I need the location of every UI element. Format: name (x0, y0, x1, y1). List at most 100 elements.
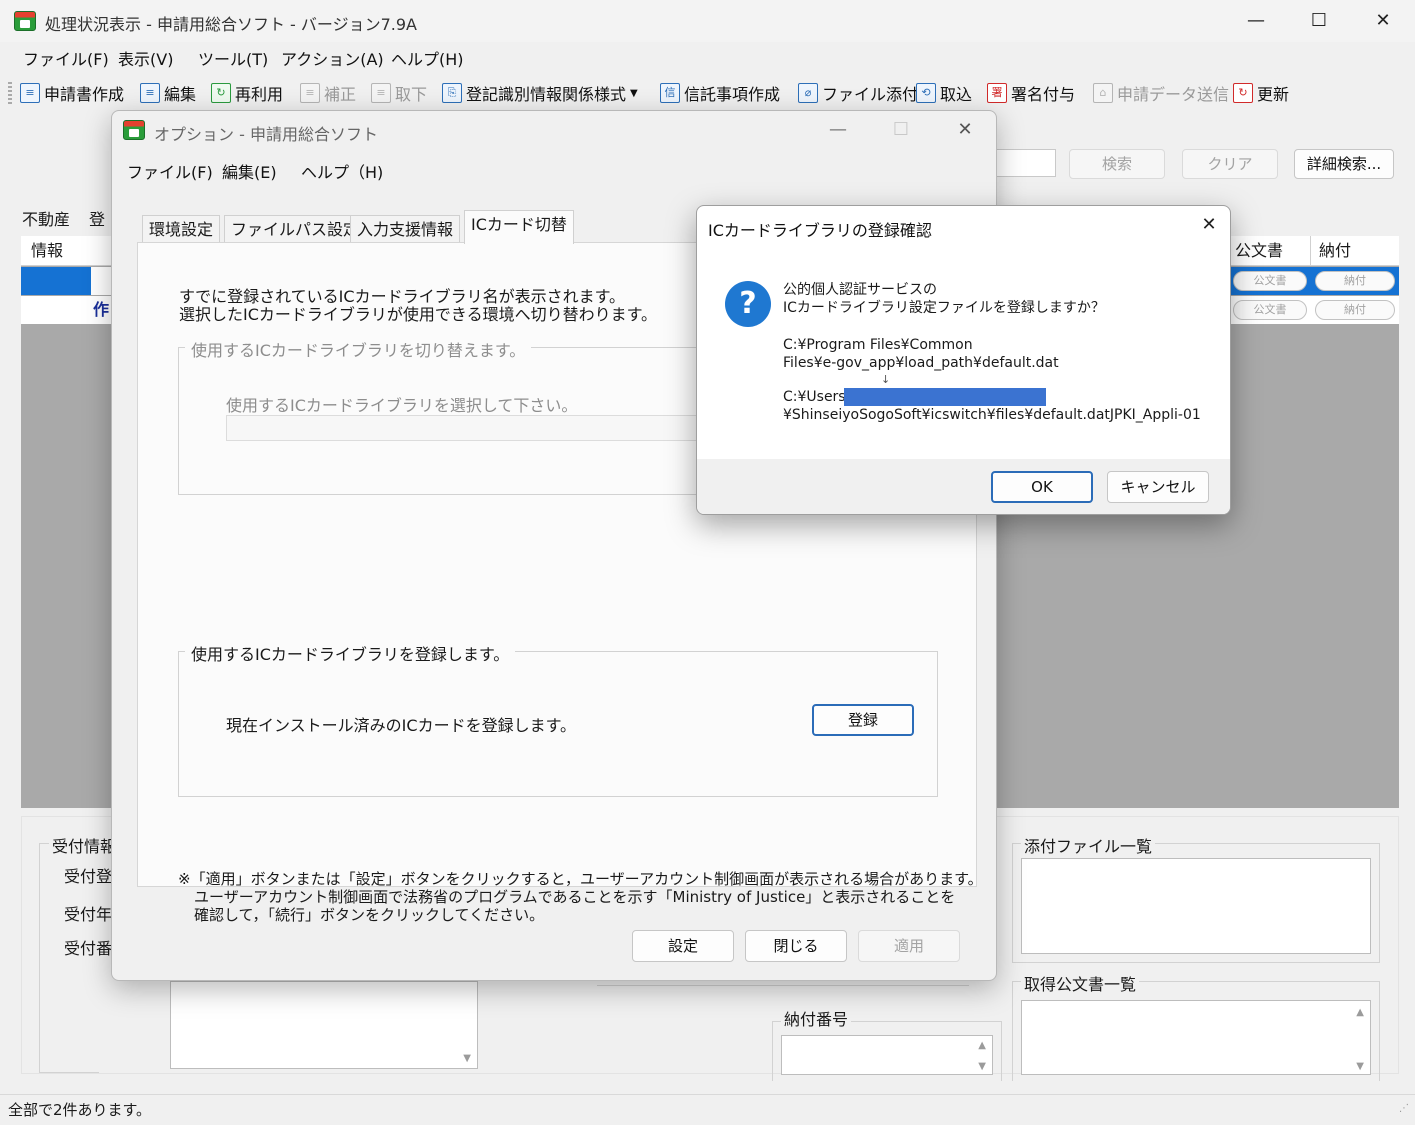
menu-file[interactable]: ファイル(F) (23, 46, 109, 70)
register-text: 現在インストール済みのICカードを登録します。 (226, 716, 576, 735)
ok-button[interactable]: OK (991, 471, 1093, 503)
toolbar-registry-forms[interactable]: ⎘ 登記識別情報関係様式 ▼ (442, 81, 638, 105)
attached-files-list[interactable] (1021, 858, 1371, 954)
minimize-icon[interactable]: — (1233, 6, 1279, 36)
uac-note: ※「適用」ボタンまたは「設定」ボタンをクリックすると，ユーザーアカウント制御画面… (178, 870, 983, 888)
acquired-docs-label: 取得公文書一覧 (1021, 971, 1140, 995)
send-icon: ⌂ (1093, 83, 1113, 103)
koubunsho-button[interactable]: 公文書 (1233, 271, 1307, 291)
source-path: C:¥Program Files¥Common (783, 337, 973, 353)
toolbar-reuse[interactable]: ↻ 再利用 (211, 81, 283, 105)
confirm-footer: OK キャンセル (697, 459, 1230, 514)
scroll-down-icon[interactable]: ▼ (1356, 1061, 1364, 1072)
search-input[interactable] (996, 149, 1056, 177)
menu-action[interactable]: アクション(A) (281, 46, 384, 70)
toolbar-trust[interactable]: 信信託事項作成 (660, 81, 780, 105)
registry-form-icon: ⎘ (442, 83, 462, 103)
opt-menu-file[interactable]: ファイル(F) (127, 159, 213, 183)
uketsuke-label: 受付登 (64, 867, 113, 886)
noufu-button[interactable]: 納付 (1315, 271, 1395, 291)
options-dialog-title: オプション - 申請用総合ソフト (154, 125, 378, 144)
dest-path: C:¥Users (783, 389, 846, 405)
noufu-button[interactable]: 納付 (1315, 300, 1395, 320)
toolbar-refresh[interactable]: ↻ 更新 (1233, 81, 1289, 105)
toolbar-correct[interactable]: ≡ 補正 (300, 81, 356, 105)
tab-registration[interactable]: 登 (89, 206, 105, 230)
toolbar-import[interactable]: ⟲ 取込 (916, 81, 972, 105)
toolbar-withdraw[interactable]: ≡ 取下 (371, 81, 427, 105)
koubunsho-button[interactable]: 公文書 (1233, 300, 1307, 320)
uac-note: 確認して，「続行」ボタンをクリックしてください。 (194, 906, 545, 924)
edit-icon: ≡ (140, 83, 160, 103)
menu-tools[interactable]: ツール(T) (198, 46, 268, 70)
noufu-number-list[interactable]: ▲ ▼ (781, 1035, 993, 1075)
question-icon: ? (725, 281, 771, 327)
down-arrow-icon: ↓ (881, 373, 891, 386)
col-koubunsho-header[interactable]: 公文書 (1228, 236, 1310, 266)
uketsuke-group-label: 受付情報 (49, 833, 120, 857)
toolbar-attach-file[interactable]: ⌀ ファイル添付 (798, 81, 918, 105)
app-icon (123, 120, 145, 140)
toolbar-edit[interactable]: ≡ 編集 (140, 81, 196, 105)
maximize-icon[interactable]: ☐ (1296, 6, 1342, 36)
toolbar-sign[interactable]: 署署名付与 (987, 81, 1075, 105)
advanced-search-button[interactable]: 詳細検索... (1294, 149, 1394, 179)
path-info: C:¥Program Files¥Common Files¥e-gov_app¥… (783, 336, 1201, 424)
settings-button[interactable]: 設定 (632, 930, 734, 962)
attached-files-label: 添付ファイル一覧 (1021, 833, 1156, 857)
acquired-docs-list[interactable]: ▲ ▼ (1021, 1000, 1371, 1075)
reuse-icon: ↻ (211, 83, 231, 103)
message-line: 公的個人認証サービスの (783, 282, 937, 298)
scroll-up-icon[interactable]: ▲ (978, 1040, 986, 1051)
correct-icon: ≡ (300, 83, 320, 103)
tab-real-estate[interactable]: 不動産 (22, 206, 70, 230)
tab-input-support[interactable]: 入力支援情報 (350, 215, 461, 243)
maximize-icon[interactable]: ☐ (878, 115, 924, 145)
col-noufu-header[interactable]: 納付 (1310, 236, 1399, 266)
close-button[interactable]: 閉じる (745, 930, 847, 962)
resize-grip-icon[interactable]: ⋰ (1399, 1103, 1409, 1114)
message-line: ICカードライブラリ設定ファイルを登録しますか？ (783, 300, 1105, 316)
import-icon: ⟲ (916, 83, 936, 103)
table-row[interactable] (21, 267, 91, 295)
menu-help[interactable]: ヘルプ(H) (391, 46, 464, 70)
toolbar-create-application[interactable]: ≡ 申請書作成 (20, 81, 124, 105)
search-button[interactable]: 検索 (1069, 149, 1165, 179)
uketsuke-label: 受付年 (64, 905, 113, 924)
scroll-up-icon[interactable]: ▲ (1356, 1007, 1364, 1018)
remarks-textarea[interactable]: ▼ (170, 981, 478, 1069)
paperclip-icon: ⌀ (798, 83, 818, 103)
clear-button[interactable]: クリア (1182, 149, 1278, 179)
register-group-label: 使用するICカードライブラリを登録します。 (185, 641, 516, 665)
minimize-icon[interactable]: — (815, 115, 861, 145)
toolbar-send[interactable]: ⌂ 申請データ送信 (1093, 81, 1229, 105)
col-info-header[interactable]: 情報 (21, 236, 113, 266)
tab-ic-card[interactable]: ICカード切替 (464, 210, 574, 244)
close-icon[interactable]: ✕ (1186, 210, 1230, 240)
cancel-button[interactable]: キャンセル (1107, 471, 1209, 503)
withdraw-icon: ≡ (371, 83, 391, 103)
apply-button[interactable]: 適用 (858, 930, 960, 962)
status-text: 全部で2件あります。 (8, 1101, 152, 1119)
close-icon[interactable]: ✕ (942, 115, 988, 145)
tab-file-path[interactable]: ファイルパス設定 (224, 215, 367, 243)
main-titlebar: 処理状況表示 - 申請用総合ソフト - バージョン7.9A — ☐ ✕ (0, 0, 1415, 42)
refresh-icon: ↻ (1233, 83, 1253, 103)
noufu-number-label: 納付番号 (781, 1006, 852, 1030)
switch-select-label: 使用するICカードライブラリを選択して下さい。 (226, 396, 578, 415)
tab-environment[interactable]: 環境設定 (142, 215, 221, 243)
opt-menu-help[interactable]: ヘルプ（H) (301, 159, 383, 183)
sign-icon: 署 (987, 83, 1007, 103)
register-button[interactable]: 登録 (812, 704, 914, 736)
scroll-down-icon[interactable]: ▼ (463, 1053, 471, 1064)
scroll-down-icon[interactable]: ▼ (978, 1061, 986, 1072)
menu-view[interactable]: 表示(V) (118, 46, 173, 70)
close-icon[interactable]: ✕ (1360, 6, 1406, 36)
dest-path: ¥ShinseiyoSogoSoft¥icswitch¥files¥defaul… (783, 407, 1201, 423)
uketsuke-label: 受付番 (64, 939, 113, 958)
dropdown-arrow-icon[interactable]: ▼ (630, 88, 638, 99)
confirm-message: 公的個人認証サービスの ICカードライブラリ設定ファイルを登録しますか？ (783, 281, 1105, 317)
row-link[interactable]: 作 (93, 296, 109, 324)
opt-menu-edit[interactable]: 編集(E) (222, 159, 277, 183)
main-window-title: 処理状況表示 - 申請用総合ソフト - バージョン7.9A (45, 15, 417, 34)
